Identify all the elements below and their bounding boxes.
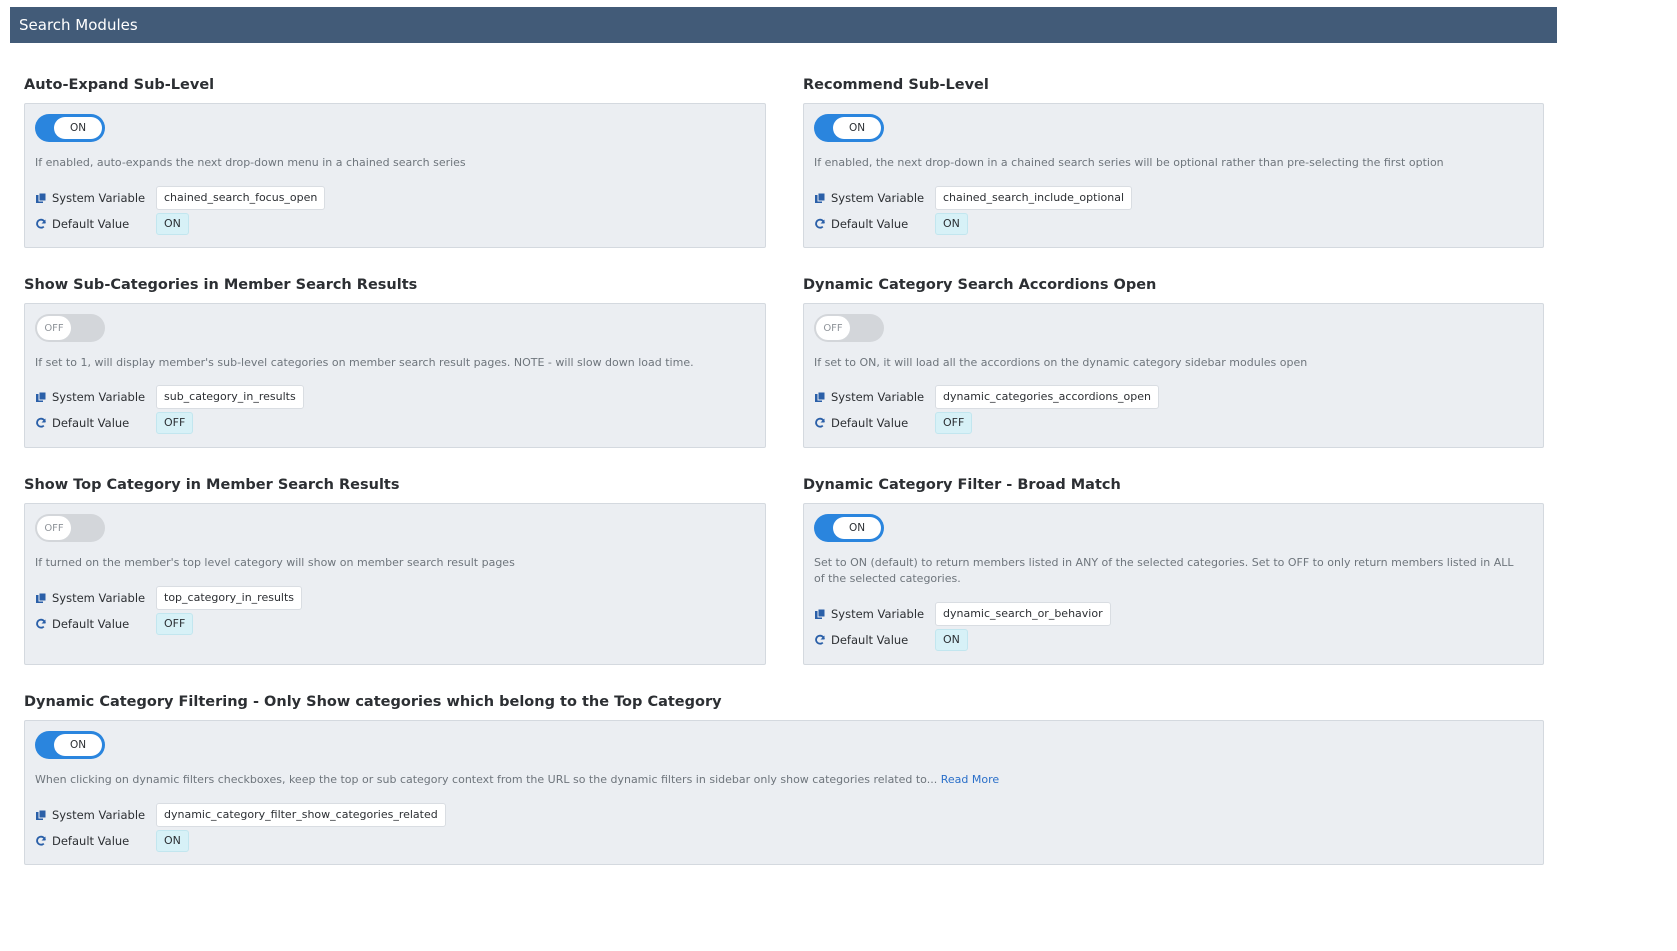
setting-panel: ON If enabled, auto-expands the next dro… [24,103,766,248]
system-variable-value: dynamic_categories_accordions_open [935,385,1160,409]
setting-title: Show Sub-Categories in Member Search Res… [24,277,418,293]
system-variable-label: System Variable [52,591,146,605]
toggle-switch[interactable]: ON [814,514,884,542]
system-variable-value: top_category_in_results [156,586,303,610]
system-variable-row: System Variable sub_category_in_results [35,385,304,409]
default-value-row: Default Value OFF [35,411,194,435]
setting-description: If set to ON, it will load all the accor… [814,356,1308,369]
system-variable-row: System Variable dynamic_categories_accor… [814,385,1160,409]
setting-description: If enabled, the next drop-down in a chai… [814,156,1444,169]
copy-icon[interactable] [35,592,47,604]
default-value-label: Default Value [831,416,909,430]
toggle-state: OFF [37,516,71,540]
system-variable-label: System Variable [52,191,146,205]
default-value-badge: OFF [156,613,194,635]
system-variable-value: dynamic_category_filter_show_categories_… [156,803,446,827]
default-value-label: Default Value [52,834,130,848]
toggle-state: ON [54,734,102,756]
toggle-switch[interactable]: ON [814,114,884,142]
setting-title: Dynamic Category Filtering - Only Show c… [24,694,722,710]
setting-panel: OFF If set to 1, will display member's s… [24,303,766,448]
default-value-badge: OFF [935,412,973,434]
system-variable-label: System Variable [52,808,146,822]
reset-icon[interactable] [814,417,826,429]
default-value-badge: ON [156,830,189,852]
system-variable-label: System Variable [52,390,146,404]
setting-description: If enabled, auto-expands the next drop-d… [35,156,466,169]
section-title: Search Modules [19,16,138,34]
system-variable-row: System Variable chained_search_include_o… [814,186,1133,210]
system-variable-row: System Variable dynamic_category_filter_… [35,803,446,827]
system-variable-row: System Variable dynamic_search_or_behavi… [814,602,1111,626]
toggle-switch[interactable]: ON [35,114,105,142]
setting-panel: OFF If turned on the member's top level … [24,503,766,665]
default-value-badge: ON [935,213,968,235]
system-variable-row: System Variable top_category_in_results [35,586,303,610]
copy-icon[interactable] [35,391,47,403]
toggle-switch[interactable]: OFF [35,314,105,342]
setting-panel: ON Set to ON (default) to return members… [803,503,1544,665]
default-value-badge: ON [935,629,968,651]
copy-icon[interactable] [35,809,47,821]
default-value-label: Default Value [52,416,130,430]
toggle-switch[interactable]: ON [35,731,105,759]
default-value-row: Default Value ON [35,212,189,236]
default-value-row: Default Value ON [35,829,189,853]
default-value-label: Default Value [52,217,130,231]
setting-title: Dynamic Category Search Accordions Open [803,277,1157,293]
toggle-state: OFF [816,316,850,340]
toggle-switch[interactable]: OFF [814,314,884,342]
read-more-link[interactable]: Read More [941,773,999,786]
toggle-state: ON [833,117,881,139]
system-variable-value: dynamic_search_or_behavior [935,602,1111,626]
reset-icon[interactable] [814,218,826,230]
setting-description: When clicking on dynamic filters checkbo… [35,772,1235,788]
setting-description: If set to 1, will display member's sub-l… [35,356,694,369]
reset-icon[interactable] [814,634,826,646]
default-value-badge: ON [156,213,189,235]
reset-icon[interactable] [35,835,47,847]
default-value-label: Default Value [52,617,130,631]
copy-icon[interactable] [814,391,826,403]
copy-icon[interactable] [814,608,826,620]
default-value-badge: OFF [156,412,194,434]
section-header: Search Modules [10,7,1557,43]
system-variable-value: chained_search_include_optional [935,186,1133,210]
default-value-row: Default Value OFF [35,612,194,636]
setting-title: Recommend Sub-Level [803,77,989,93]
setting-title: Auto-Expand Sub-Level [24,77,215,93]
reset-icon[interactable] [35,417,47,429]
toggle-state: ON [54,117,102,139]
setting-panel: OFF If set to ON, it will load all the a… [803,303,1544,448]
system-variable-row: System Variable chained_search_focus_ope… [35,186,326,210]
default-value-row: Default Value ON [814,628,968,652]
default-value-row: Default Value ON [814,212,968,236]
toggle-state: OFF [37,316,71,340]
toggle-switch[interactable]: OFF [35,514,105,542]
default-value-row: Default Value OFF [814,411,973,435]
reset-icon[interactable] [35,218,47,230]
description-text: When clicking on dynamic filters checkbo… [35,773,938,786]
setting-panel: ON When clicking on dynamic filters chec… [24,720,1544,865]
setting-title: Dynamic Category Filter - Broad Match [803,477,1121,493]
setting-title: Show Top Category in Member Search Resul… [24,477,400,493]
copy-icon[interactable] [35,192,47,204]
system-variable-label: System Variable [831,191,925,205]
system-variable-value: sub_category_in_results [156,385,304,409]
setting-description: If turned on the member's top level cate… [35,556,515,569]
default-value-label: Default Value [831,633,909,647]
toggle-state: ON [833,517,881,539]
system-variable-label: System Variable [831,607,925,621]
setting-panel: ON If enabled, the next drop-down in a c… [803,103,1544,248]
default-value-label: Default Value [831,217,909,231]
setting-description: Set to ON (default) to return members li… [814,556,1514,585]
reset-icon[interactable] [35,618,47,630]
system-variable-label: System Variable [831,390,925,404]
system-variable-value: chained_search_focus_open [156,186,326,210]
copy-icon[interactable] [814,192,826,204]
